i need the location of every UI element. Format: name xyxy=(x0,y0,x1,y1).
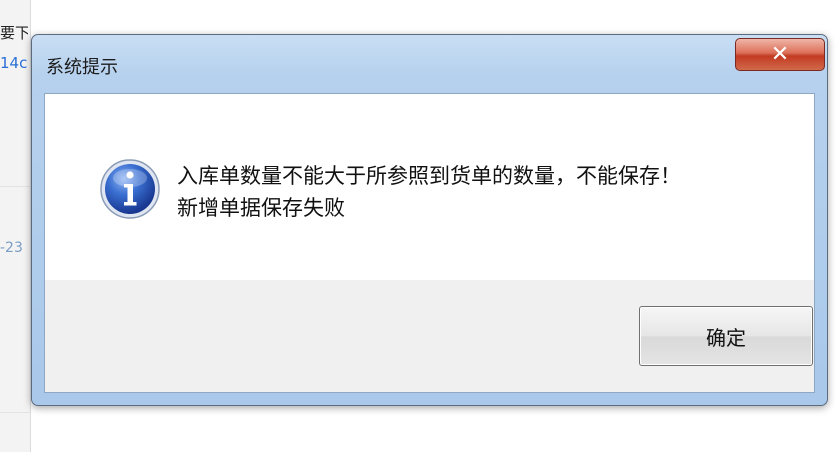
close-icon: ✕ xyxy=(770,41,790,67)
screen: 要下载 14c -23 系统提示 ✕ xyxy=(0,0,836,452)
background-divider xyxy=(0,186,30,187)
ok-button[interactable]: 确定 xyxy=(639,306,813,366)
dialog-content: 入库单数量不能大于所参照到货单的数量，不能保存！ 新增单据保存失败 确定 xyxy=(44,93,815,393)
message-area: 入库单数量不能大于所参照到货单的数量，不能保存！ 新增单据保存失败 xyxy=(45,94,814,280)
dialog-title: 系统提示 xyxy=(46,57,118,78)
background-date-fragment: -23 xyxy=(0,240,23,256)
message-text: 入库单数量不能大于所参照到货单的数量，不能保存！ 新增单据保存失败 xyxy=(177,160,681,224)
close-button[interactable]: ✕ xyxy=(735,38,825,71)
message-line: 入库单数量不能大于所参照到货单的数量，不能保存！ xyxy=(177,164,681,188)
background-text-fragment: 要下载 xyxy=(0,24,28,42)
system-prompt-dialog: 系统提示 ✕ 入库单数量不能大于所参照到货单的数量，不能保存！ 新增单据保存失败… xyxy=(31,34,828,406)
background-link-fragment[interactable]: 14c xyxy=(0,54,28,72)
info-icon xyxy=(100,159,160,219)
message-line: 新增单据保存失败 xyxy=(177,196,345,220)
background-divider xyxy=(0,412,30,413)
